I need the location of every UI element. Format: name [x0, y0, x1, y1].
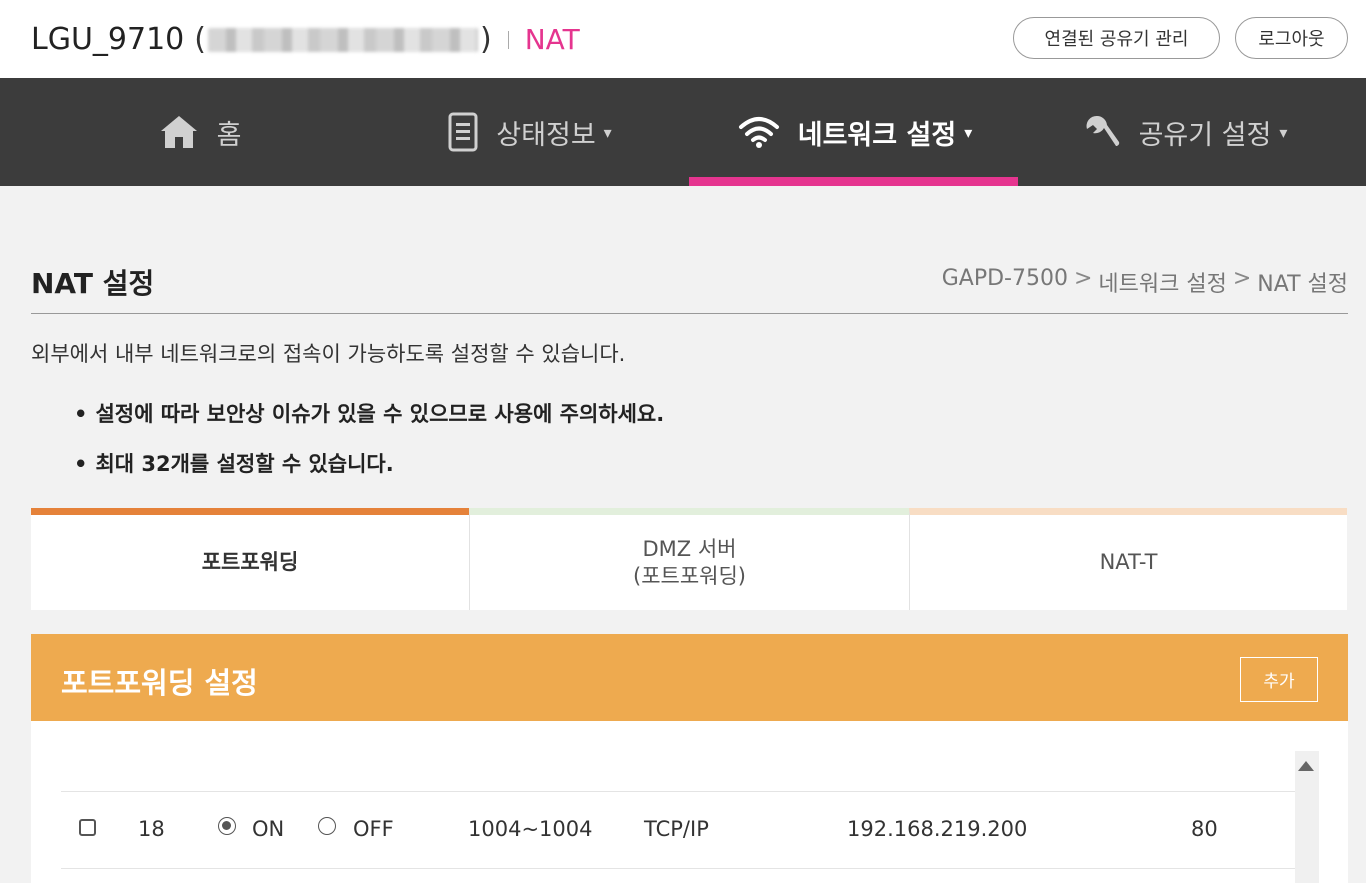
on-radio[interactable]	[218, 817, 236, 835]
on-label: ON	[252, 817, 285, 841]
nav-active-indicator	[689, 177, 1018, 186]
title-separator	[507, 30, 509, 49]
notice-text: 최대 32개를 설정할 수 있습니다.	[95, 452, 394, 476]
tab-label: DMZ 서버 (포트포워딩)	[633, 536, 746, 589]
row-checkbox[interactable]	[79, 819, 96, 836]
off-radio[interactable]	[318, 817, 336, 835]
nav-item-status[interactable]: 상태정보 ▾	[435, 78, 625, 186]
port-forwarding-section-header: 포트포워딩 설정 추가	[31, 634, 1348, 721]
page-title: NAT 설정	[31, 267, 155, 300]
notice-item: • 설정에 따라 보안상 이슈가 있을 수 있으므로 사용에 주의하세요.	[74, 398, 664, 428]
document-icon	[448, 112, 478, 152]
tab-nat-t[interactable]: NAT-T	[909, 508, 1347, 610]
nav-label-router-settings: 공유기 설정	[1138, 119, 1272, 151]
home-icon	[159, 114, 199, 150]
notice-item: • 최대 32개를 설정할 수 있습니다.	[74, 448, 394, 478]
tab-port-forwarding[interactable]: 포트포워딩	[31, 508, 469, 610]
logout-button[interactable]: 로그아웃	[1235, 17, 1348, 59]
top-header: LGU_9710 ( ) NAT 연결된 공유기 관리 로그아웃	[0, 0, 1366, 78]
port-forwarding-table: 18 ON OFF 1004~1004 TCP/IP 192.168.219.2…	[31, 721, 1348, 883]
open-paren: (	[194, 22, 206, 57]
wrench-icon	[1083, 113, 1121, 151]
off-label: OFF	[353, 817, 394, 841]
internal-port: 80	[1191, 817, 1218, 841]
internal-ip: 192.168.219.200	[847, 817, 1028, 841]
rule-index: 18	[138, 817, 165, 841]
breadcrumb-separator: >	[1232, 266, 1252, 291]
close-paren: )	[480, 22, 492, 57]
connected-routers-button[interactable]: 연결된 공유기 관리	[1013, 17, 1220, 59]
chevron-down-icon: ▾	[964, 122, 973, 142]
tab-dmz-server[interactable]: DMZ 서버 (포트포워딩)	[469, 508, 909, 610]
scroll-up-icon[interactable]	[1298, 761, 1314, 771]
breadcrumb-item: NAT 설정	[1257, 272, 1348, 297]
bullet: •	[74, 402, 88, 426]
tab-label-line2: (포트포워딩)	[633, 563, 746, 588]
nav-label-status: 상태정보	[496, 119, 596, 151]
protocol: TCP/IP	[644, 817, 709, 841]
tab-label: 포트포워딩	[201, 550, 299, 575]
tab-label-line1: DMZ 서버	[642, 537, 737, 562]
main-nav: 홈 상태정보 ▾ 네트워크 설정 ▾ 공유기 설정 ▾	[0, 78, 1366, 186]
nav-item-router-settings[interactable]: 공유기 설정 ▾	[1075, 78, 1295, 186]
tab-label: NAT-T	[1099, 550, 1158, 575]
nav-item-network-settings[interactable]: 네트워크 설정 ▾	[730, 78, 980, 186]
current-page-label: NAT	[524, 23, 580, 56]
breadcrumb-separator: >	[1073, 266, 1093, 291]
breadcrumb-item[interactable]: GAPD-7500	[942, 266, 1068, 298]
bullet: •	[74, 452, 88, 476]
wifi-icon	[738, 115, 780, 149]
nat-tabs: 포트포워딩 DMZ 서버 (포트포워딩) NAT-T	[31, 508, 1347, 610]
ssid-label: LGU_9710	[31, 22, 185, 57]
breadcrumb-item[interactable]: 네트워크 설정	[1098, 266, 1226, 298]
nav-label-home: 홈	[216, 119, 242, 151]
table-row: 18 ON OFF 1004~1004 TCP/IP 192.168.219.2…	[61, 792, 1295, 868]
page-description: 외부에서 내부 네트워크로의 접속이 가능하도록 설정할 수 있습니다.	[31, 342, 626, 366]
chevron-down-icon: ▾	[603, 122, 612, 142]
router-title: LGU_9710 ( ) NAT	[31, 22, 580, 57]
section-title: 포트포워딩 설정	[61, 666, 258, 700]
notice-text: 설정에 따라 보안상 이슈가 있을 수 있으므로 사용에 주의하세요.	[95, 402, 665, 426]
redacted-address	[208, 27, 478, 52]
chevron-down-icon: ▾	[1279, 122, 1288, 142]
nav-item-home[interactable]: 홈	[150, 78, 250, 186]
title-divider	[31, 313, 1348, 314]
row-divider	[61, 868, 1295, 869]
breadcrumb: GAPD-7500 > 네트워크 설정 > NAT 설정	[942, 266, 1348, 298]
nav-label-network-settings: 네트워크 설정	[797, 119, 957, 151]
external-port-range: 1004~1004	[468, 817, 593, 841]
add-button[interactable]: 추가	[1240, 657, 1318, 702]
